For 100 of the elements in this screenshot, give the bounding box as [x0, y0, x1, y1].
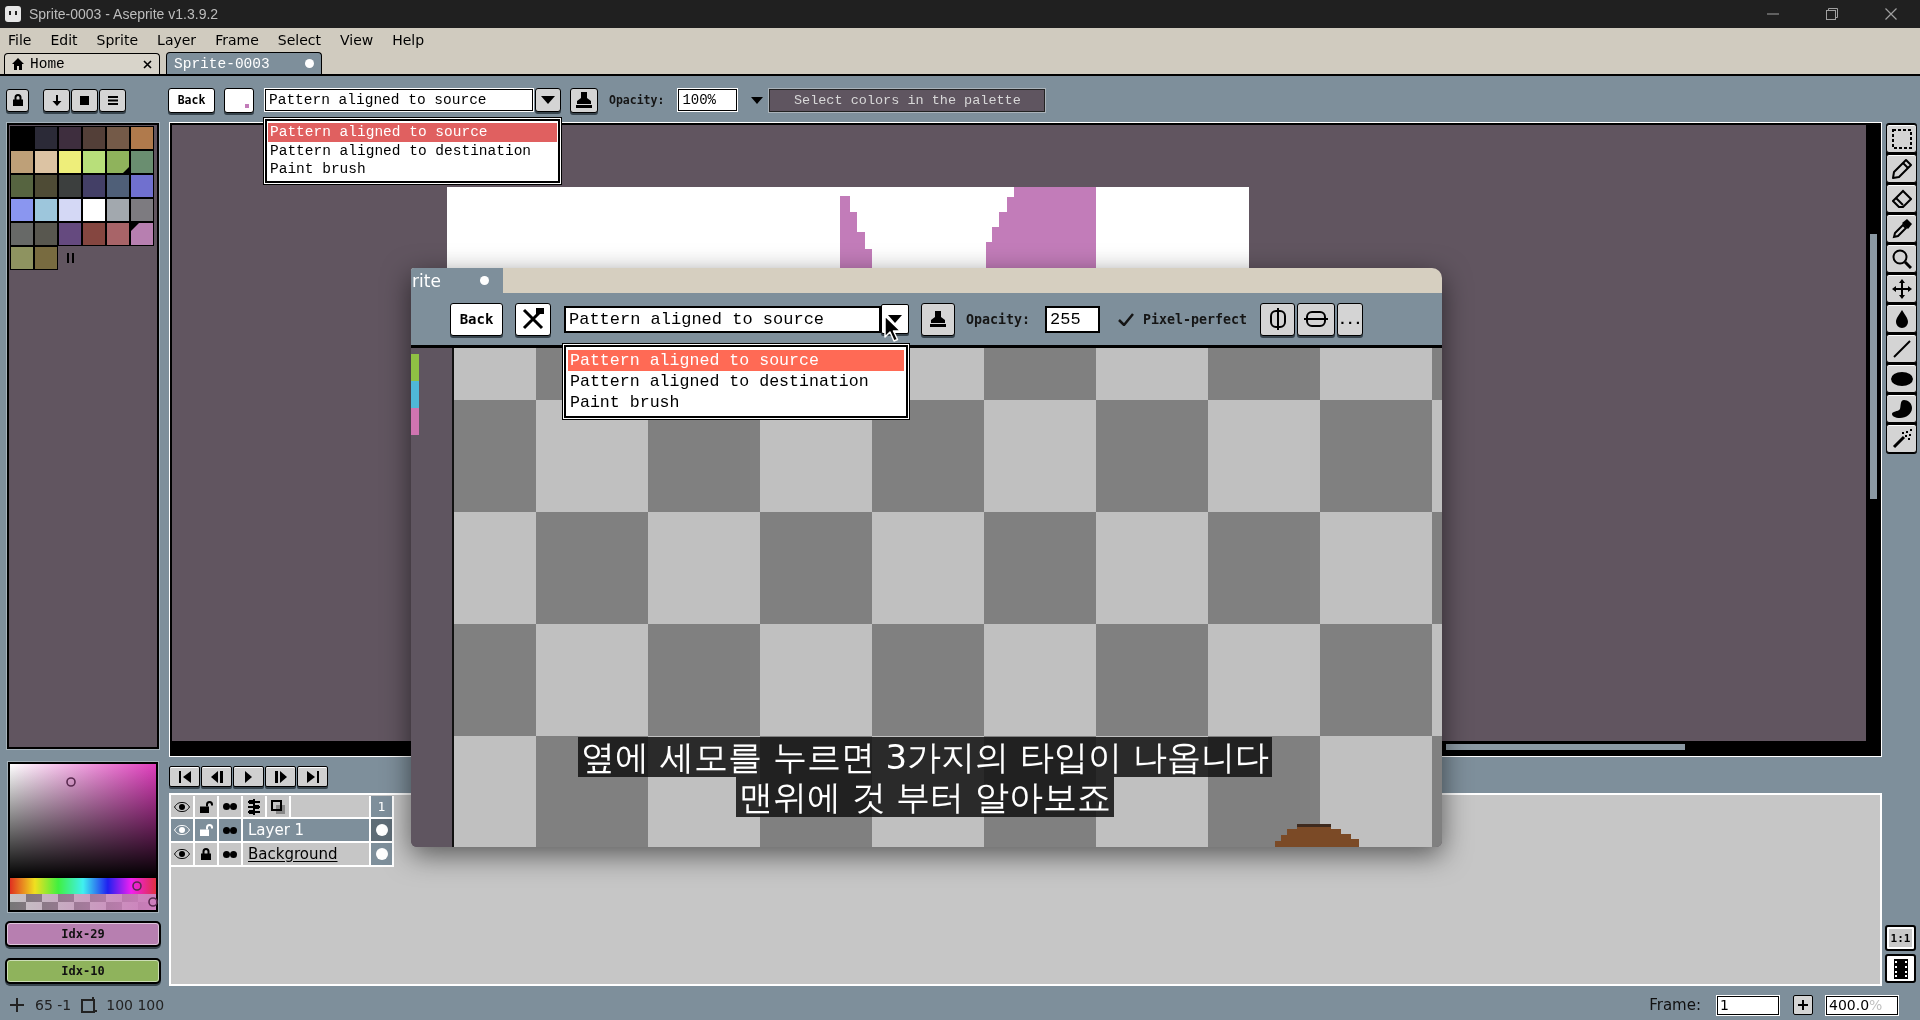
palette-swatch[interactable]: [58, 198, 82, 222]
eye-icon[interactable]: [174, 801, 190, 812]
palette-swatch[interactable]: [82, 198, 106, 222]
palette-swatch[interactable]: [34, 198, 58, 222]
palette-swatch[interactable]: [106, 174, 130, 198]
previous-frame-button[interactable]: [201, 766, 232, 787]
layers-icon[interactable]: [271, 799, 285, 814]
zoom-field[interactable]: 400.0%: [1826, 995, 1898, 1015]
palette-swatch[interactable]: [58, 222, 82, 246]
tool-button[interactable]: [1886, 424, 1917, 453]
palette-swatch[interactable]: [82, 174, 106, 198]
tool-button[interactable]: [1886, 394, 1917, 423]
menu-item[interactable]: Help: [391, 32, 426, 48]
palette-swatch[interactable]: [10, 150, 34, 174]
actual-size-button[interactable]: 1:1: [1885, 925, 1916, 951]
palette-swatch[interactable]: [34, 126, 58, 150]
cel-dot-icon[interactable]: [375, 824, 388, 836]
palette-swatch[interactable]: [34, 246, 58, 270]
caret-icon[interactable]: [751, 96, 764, 104]
palette-swatch[interactable]: [34, 222, 58, 246]
play-button[interactable]: [233, 766, 264, 787]
dots-icon[interactable]: [223, 826, 237, 834]
dropdown-option[interactable]: Paint brush: [568, 392, 904, 413]
ring-icon[interactable]: [66, 777, 77, 788]
add-button[interactable]: [1793, 995, 1813, 1015]
tool-button[interactable]: [1886, 214, 1917, 243]
frame-field[interactable]: 1: [1717, 995, 1779, 1015]
palette-swatch[interactable]: [10, 246, 34, 270]
palette-swatch[interactable]: [82, 126, 106, 150]
scrollbar-thumb[interactable]: [1446, 744, 1685, 750]
palette-swatch[interactable]: [58, 150, 82, 174]
first-frame-button[interactable]: [169, 766, 200, 787]
color-button[interactable]: Idx-29: [5, 921, 161, 947]
menu-item[interactable]: Select: [276, 32, 322, 48]
lock-button[interactable]: [6, 88, 29, 112]
dropdown-option[interactable]: Paint brush: [268, 160, 557, 179]
dropdown-option[interactable]: Pattern aligned to destination: [268, 141, 557, 160]
palette-swatch[interactable]: [130, 150, 154, 174]
opacity-field[interactable]: 100%: [678, 89, 738, 111]
dots-icon[interactable]: [223, 850, 237, 858]
palette-swatch[interactable]: [130, 222, 154, 246]
last-frame-button[interactable]: [297, 766, 328, 787]
palette-swatch[interactable]: [106, 198, 130, 222]
scrollbar-thumb[interactable]: [1870, 234, 1877, 499]
timeline-button[interactable]: [1885, 954, 1916, 983]
menu-item[interactable]: Sprite: [95, 32, 140, 48]
dropdown-option[interactable]: Pattern aligned to destination: [568, 371, 904, 392]
palette-swatch[interactable]: [82, 150, 106, 174]
tool-button[interactable]: [1886, 124, 1917, 153]
palette-swatch[interactable]: [130, 198, 154, 222]
tool-button[interactable]: [1886, 364, 1917, 393]
lock-icon[interactable]: [199, 800, 213, 813]
symmetry-button[interactable]: [1297, 302, 1336, 336]
tool-button[interactable]: [1886, 304, 1917, 333]
palette-swatch[interactable]: [130, 174, 154, 198]
palette-swatch[interactable]: [58, 126, 82, 150]
palette-swatch[interactable]: [106, 126, 130, 150]
menu-item[interactable]: Frame: [214, 32, 260, 48]
palette-swatch[interactable]: [10, 198, 34, 222]
alpha-slider[interactable]: [10, 894, 156, 910]
ink-mode-dropdown[interactable]: Pattern aligned to source: [564, 305, 881, 333]
palette-swatch[interactable]: [130, 126, 154, 150]
palette-swatch[interactable]: [82, 222, 106, 246]
lock-icon[interactable]: [201, 848, 211, 860]
palette-swatch[interactable]: [10, 126, 34, 150]
next-frame-button[interactable]: [265, 766, 296, 787]
menu-item[interactable]: File: [7, 32, 33, 48]
palette-swatch[interactable]: [58, 174, 82, 198]
more-button[interactable]: ...: [1337, 302, 1364, 336]
dropdown-button[interactable]: [535, 88, 561, 112]
ink-mode-dropdown[interactable]: Pattern aligned to source: [265, 89, 533, 111]
eye-icon[interactable]: [174, 849, 190, 859]
back-button[interactable]: Back: [450, 302, 503, 336]
brush-button[interactable]: [224, 87, 254, 113]
square-button[interactable]: [71, 88, 98, 112]
layer-row[interactable]: Background: [171, 843, 394, 867]
double-bar-icon[interactable]: [66, 253, 74, 263]
tool-button[interactable]: [1886, 274, 1917, 303]
tool-button[interactable]: [1886, 334, 1917, 363]
menu-item[interactable]: Edit: [49, 32, 79, 48]
menu-button[interactable]: [99, 88, 126, 112]
back-button[interactable]: Back: [168, 87, 215, 113]
palette-swatch[interactable]: [10, 222, 34, 246]
ink-button[interactable]: [570, 87, 598, 113]
palette-swatch[interactable]: [34, 150, 58, 174]
opacity-field[interactable]: 255: [1045, 305, 1101, 333]
tool-button[interactable]: [1886, 184, 1917, 213]
tab[interactable]: Home: [4, 53, 160, 74]
pixel-perfect-checkbox[interactable]: Pixel-perfect: [1118, 311, 1248, 327]
tool-button[interactable]: [515, 302, 551, 336]
menu-item[interactable]: View: [338, 32, 375, 48]
symmetry-button[interactable]: [1260, 302, 1296, 336]
close-icon[interactable]: [143, 59, 152, 69]
cel-dot-icon[interactable]: [375, 848, 388, 860]
arrow-button[interactable]: [43, 88, 70, 112]
palette-swatch[interactable]: [106, 222, 130, 246]
color-button[interactable]: Idx-10: [5, 958, 161, 984]
ink-button[interactable]: [921, 302, 955, 336]
palette-swatch[interactable]: [106, 150, 130, 174]
hue-slider[interactable]: [10, 878, 156, 894]
